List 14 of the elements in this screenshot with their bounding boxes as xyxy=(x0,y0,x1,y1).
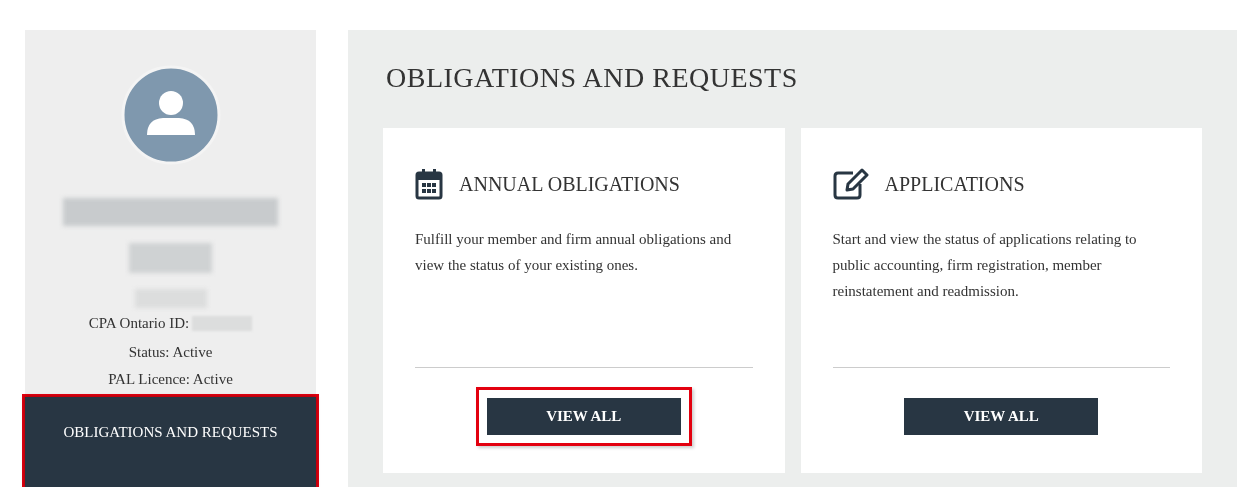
id-label: CPA Ontario ID: xyxy=(88,314,190,332)
card-description: Fulfill your member and firm annual obligations and view the status of your existing ones. xyxy=(415,230,733,275)
view-all-button[interactable]: VIEW ALL xyxy=(904,398,1099,435)
obligations-nav-button[interactable]: OBLIGATIONS AND REQUESTS xyxy=(25,397,316,487)
page-title: OBLIGATIONS AND REQUESTS xyxy=(386,62,799,94)
calendar-icon xyxy=(415,168,443,200)
edit-icon xyxy=(832,168,869,200)
card-description: Start and view the status of applications relating to public accounting, firm registration, member reinstatement and readmission. xyxy=(832,230,1138,301)
card-heading: ANNUAL OBLIGATIONS xyxy=(459,172,680,196)
licence-status-text: PAL Licence: Active xyxy=(108,371,233,388)
avatar-icon xyxy=(120,65,221,165)
status-text: Status: Active xyxy=(128,344,213,361)
view-all-button[interactable]: VIEW ALL xyxy=(486,398,681,435)
card-heading: APPLICATIONS xyxy=(884,172,1025,196)
